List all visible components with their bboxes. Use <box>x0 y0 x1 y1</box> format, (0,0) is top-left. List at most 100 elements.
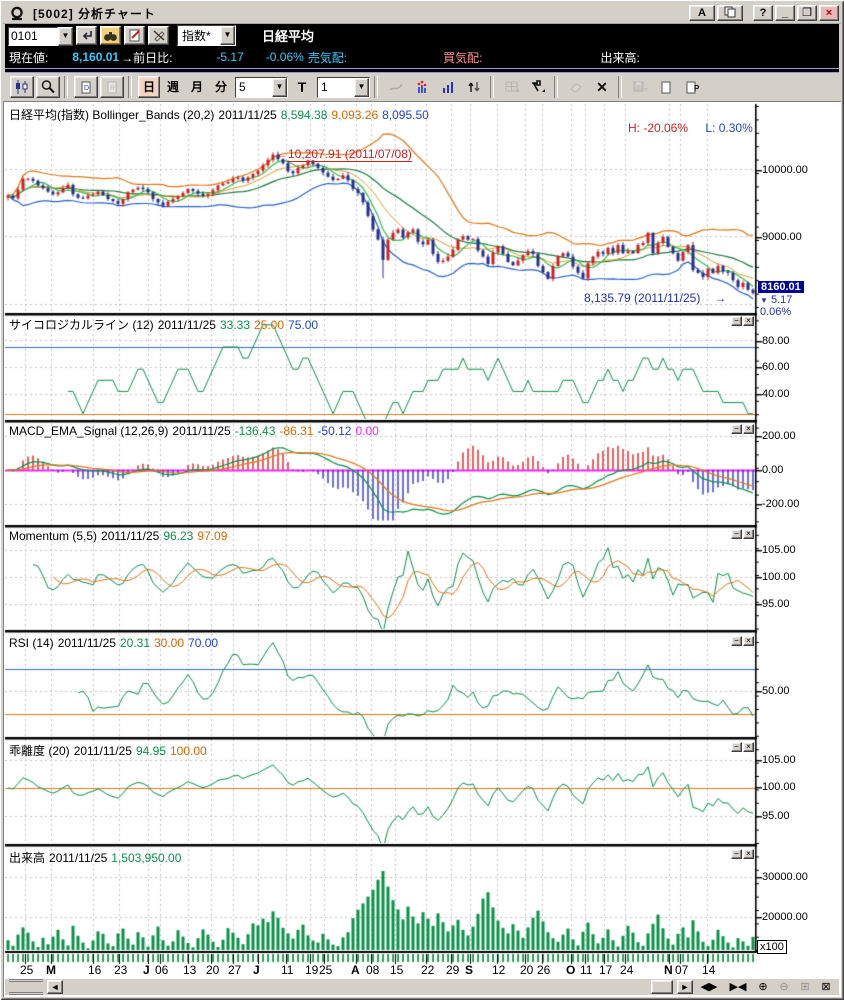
volume-label: 出来高: <box>600 49 639 66</box>
y-axis-label: 95.00 <box>762 598 790 610</box>
y-axis-label: 100.00 <box>762 571 796 583</box>
zoom-out-button[interactable]: ⊖ <box>775 980 793 994</box>
font-button[interactable]: A <box>689 5 715 21</box>
x-axis-label: 19 <box>305 963 318 977</box>
scroll-right-button[interactable]: ► <box>677 980 693 994</box>
minute-count-select[interactable]: 5 ▼ <box>235 77 288 98</box>
panel-close-button[interactable]: × <box>743 529 754 539</box>
title-bar: [5002] 分析チャート A ? _ ❐ × <box>3 3 841 24</box>
panel-minimize-button[interactable]: − <box>731 529 742 539</box>
change-pct-value: -0.06% <box>266 50 304 64</box>
save-template-button[interactable] <box>628 76 652 98</box>
search-binoculars-button[interactable] <box>100 26 121 45</box>
x-axis-label: 13 <box>183 963 196 977</box>
panel-close-button[interactable]: × <box>743 424 754 434</box>
tick-step-dropdown[interactable]: ▼ <box>354 78 369 97</box>
tick-step-select[interactable]: 1 ▼ <box>317 77 370 98</box>
symbol-name: 日経平均 <box>262 26 314 45</box>
period-daily-button[interactable]: 日 <box>138 76 160 98</box>
toolbar-separator <box>618 76 622 98</box>
period-weekly-button[interactable]: 週 <box>162 76 184 98</box>
scroll-left-button[interactable]: ◄ <box>47 980 63 994</box>
scroll-thumb[interactable] <box>651 980 673 994</box>
last-price-pct: 0.06% <box>760 306 791 318</box>
y-axis-label: 20000.00 <box>762 911 808 923</box>
panel-header-kairi: 乖離度 (20)2011/11/2594.95100.00 <box>9 742 211 759</box>
toolbar-separator <box>490 76 494 98</box>
grid-view-button[interactable]: ⊞ <box>796 980 814 994</box>
close-chart-button[interactable]: ⊠ <box>817 980 835 994</box>
y-axis-label: 80.00 <box>762 335 790 347</box>
help-button[interactable]: ? <box>753 5 773 21</box>
sort-updown-button[interactable] <box>462 76 486 98</box>
x-axis-label: 29 <box>446 963 459 977</box>
panel-header-macd: MACD_EMA_Signal (12,26,9)2011/11/25-136.… <box>9 424 383 438</box>
x-axis-label: M <box>46 963 56 977</box>
x-axis-label: J <box>253 963 260 977</box>
symbol-code-dropdown-button[interactable]: ▼ <box>58 27 73 46</box>
toolbar-separator <box>554 76 558 98</box>
x-axis-label: A <box>351 963 360 977</box>
toolbar-separator <box>128 76 132 98</box>
tick-step-value: 1 <box>318 80 354 94</box>
symbol-code-input[interactable] <box>8 27 58 46</box>
zoom-in-button[interactable]: ⊕ <box>754 980 772 994</box>
close-button[interactable]: × <box>819 5 839 21</box>
panel-minimize-button[interactable]: − <box>731 849 742 859</box>
period-minute-button[interactable]: 分 <box>210 76 232 98</box>
last-price-tag: 8160.01 <box>758 281 804 293</box>
eraser-button[interactable] <box>564 76 588 98</box>
expand-bars-button[interactable]: ◀▶ <box>696 980 722 994</box>
x-axis-label: N <box>664 963 673 977</box>
maximize-button[interactable]: ❐ <box>797 5 817 21</box>
x-axis-label: 27 <box>228 963 241 977</box>
panel-minimize-button[interactable]: − <box>731 316 742 326</box>
copy-window-button[interactable] <box>717 5 743 21</box>
volume-unit-box: x100 <box>757 940 787 954</box>
resize-grip[interactable] <box>9 979 43 995</box>
y-axis-label: 50.00 <box>762 685 790 697</box>
settings-tool-button[interactable] <box>526 76 550 98</box>
change-value: -5.17 <box>216 50 243 64</box>
draw-line-button[interactable] <box>384 76 408 98</box>
panel-close-button[interactable]: × <box>743 316 754 326</box>
category-select[interactable]: 指数* ▼ <box>177 25 236 46</box>
y-axis-label: -200.00 <box>762 498 799 510</box>
x-axis-label: 08 <box>366 963 379 977</box>
x-axis-label: 23 <box>114 963 127 977</box>
panel-minimize-button[interactable]: − <box>731 742 742 752</box>
minute-count-value: 5 <box>236 80 272 94</box>
delete-all-button[interactable]: ✕ <box>590 76 614 98</box>
period-monthly-button[interactable]: 月 <box>186 76 208 98</box>
y-axis-label: 40.00 <box>762 388 790 400</box>
enter-button[interactable] <box>76 26 97 45</box>
x-axis-label: 16 <box>88 963 101 977</box>
current-price-value: 8,160.01 <box>72 50 119 64</box>
bid-label: 買気配: <box>443 49 482 66</box>
panel-close-button[interactable]: × <box>743 849 754 859</box>
candlestick-style-button[interactable] <box>10 76 34 98</box>
compress-bars-button[interactable]: ▶◀ <box>725 980 751 994</box>
panel-minimize-button[interactable]: − <box>731 636 742 646</box>
volume-bars-button[interactable] <box>436 76 460 98</box>
page-properties-button[interactable]: P <box>680 76 704 98</box>
new-page-button[interactable] <box>654 76 678 98</box>
panel-close-button[interactable]: × <box>743 742 754 752</box>
draw-off-button[interactable] <box>148 26 169 45</box>
minimize-button[interactable]: _ <box>775 5 795 21</box>
category-dropdown-button[interactable]: ▼ <box>220 26 235 45</box>
indicator-marks-button[interactable] <box>410 76 434 98</box>
edit-memo-button[interactable] <box>124 26 145 45</box>
copy-chart-button[interactable]: D <box>74 76 98 98</box>
y-axis-label: 95.00 <box>762 810 790 822</box>
panel-close-button[interactable]: × <box>743 636 754 646</box>
tick-mode-button[interactable]: T <box>290 76 314 98</box>
panel-minimize-button[interactable]: − <box>731 424 742 434</box>
zoom-tool-button[interactable] <box>36 76 60 98</box>
grid-layout-button[interactable] <box>500 76 524 98</box>
y-axis-label: 200.00 <box>762 430 796 442</box>
x-axis-label: 26 <box>537 963 550 977</box>
paste-chart-button[interactable]: R <box>100 76 124 98</box>
minute-count-dropdown[interactable]: ▼ <box>272 78 287 97</box>
y-axis-label: 0.00 <box>762 464 783 476</box>
